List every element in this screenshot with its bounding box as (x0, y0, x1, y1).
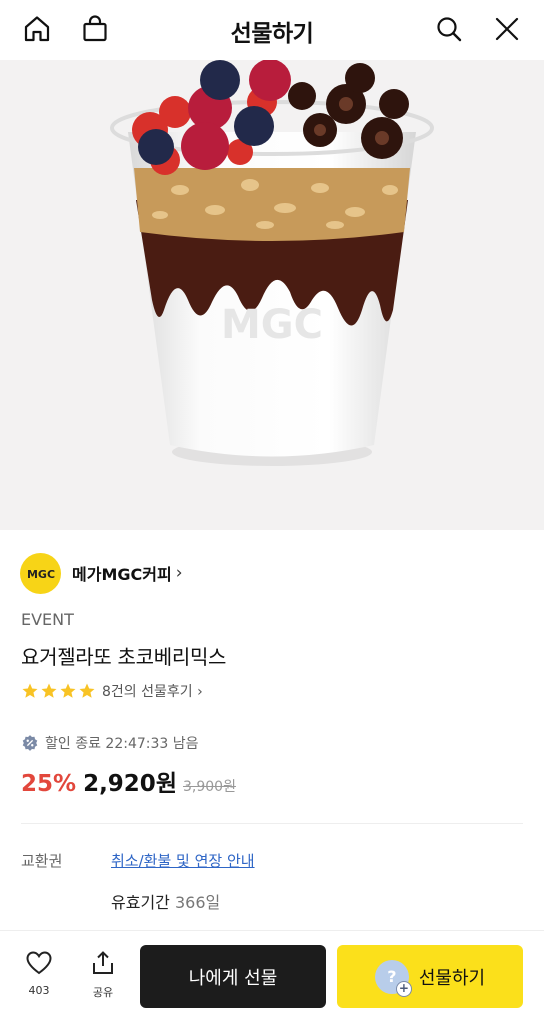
chevron-right-icon: › (175, 563, 183, 583)
brand-name: 메가MGC커피 (72, 565, 172, 584)
price-row: 25% 2,920원 3,900원 (21, 764, 236, 798)
rating-stars (21, 682, 96, 700)
gift-to-self-button[interactable]: 나에게 선물 (140, 945, 326, 1008)
divider (21, 823, 523, 824)
close-icon[interactable] (489, 11, 525, 47)
send-gift-button[interactable]: ? + 선물하기 (337, 945, 523, 1008)
review-link[interactable]: 8건의 선물후기 › (102, 681, 203, 701)
event-tag: EVENT (21, 610, 74, 629)
original-price: 3,900원 (182, 779, 236, 795)
discount-badge-icon (22, 735, 38, 751)
friend-add-icon: ? + (374, 959, 412, 997)
validity-label: 유효기간 (111, 893, 170, 912)
discount-timer: 할인 종료 22:47:33 남음 (21, 732, 199, 754)
like-count: 403 (28, 984, 50, 997)
brand-logo: MGC (20, 552, 61, 594)
brand-link[interactable]: MGC 메가MGC커피 › (20, 552, 183, 594)
sale-price: 2,920원 (83, 771, 177, 797)
bottom-action-bar: 403 공유 나에게 선물 ? + 선물하기 (0, 930, 544, 1024)
validity-text: 유효기간 366일 (111, 889, 220, 913)
product-name: 요거젤라또 초코베리믹스 (21, 645, 227, 669)
star-icon (60, 683, 76, 698)
product-image: MGC (0, 60, 544, 530)
share-icon (93, 951, 113, 974)
discount-percent: 25% (21, 771, 77, 797)
send-gift-label: 선물하기 (418, 967, 486, 989)
top-bar: 선물하기 (0, 0, 544, 60)
exchange-label: 교환권 (21, 852, 63, 870)
rating-row[interactable]: 8건의 선물후기 › (21, 681, 203, 701)
like-button[interactable]: 403 (16, 949, 62, 997)
policy-link[interactable]: 취소/환불 및 연장 안내 (111, 850, 255, 871)
plus-icon: + (395, 980, 412, 997)
heart-icon (26, 951, 52, 975)
star-icon (41, 683, 57, 698)
share-button[interactable]: 공유 (80, 949, 126, 1000)
discount-end-text: 할인 종료 22:47:33 남음 (45, 736, 199, 752)
validity-value: 366일 (174, 893, 221, 912)
svg-text:MGC: MGC (26, 568, 54, 581)
gift-to-self-label: 나에게 선물 (188, 967, 278, 989)
star-icon (79, 683, 95, 698)
cup-logo-text: MGC (221, 302, 323, 348)
search-icon[interactable] (431, 11, 467, 47)
share-label: 공유 (92, 986, 114, 999)
star-icon (22, 683, 38, 698)
